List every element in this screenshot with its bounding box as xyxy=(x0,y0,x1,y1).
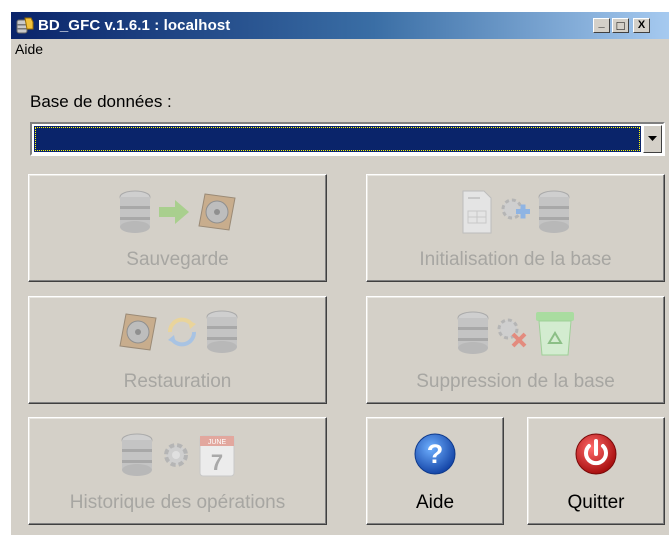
sauvegarde-label: Sauvegarde xyxy=(126,249,229,270)
sauvegarde-button[interactable]: Sauvegarde xyxy=(28,174,327,282)
gear-delete-icon xyxy=(497,318,526,348)
aide-label: Aide xyxy=(415,492,455,513)
initialisation-button[interactable]: Initialisation de la base xyxy=(366,174,665,282)
database-icon xyxy=(457,311,488,354)
menu-item-aide[interactable]: Aide xyxy=(15,41,43,57)
close-icon: X xyxy=(637,19,646,31)
app-icon xyxy=(16,17,34,34)
suppression-icons xyxy=(367,309,664,357)
recycle-bin-icon xyxy=(535,312,574,356)
gear-icon xyxy=(163,443,188,467)
historique-label: Historique des opérations xyxy=(69,492,286,513)
quitter-label: Quitter xyxy=(567,492,625,513)
help-icon: ? xyxy=(414,433,456,475)
calendar-month: JUNE xyxy=(207,439,226,446)
suppression-label: Suppression de la base xyxy=(416,371,615,392)
title-bar[interactable]: BD_GFC v.1.6.1 : localhost _ □ X xyxy=(11,12,669,39)
suppression-button[interactable]: Suppression de la base xyxy=(366,296,665,404)
window-title: BD_GFC v.1.6.1 : localhost xyxy=(38,17,231,34)
database-select-value[interactable] xyxy=(34,126,641,152)
database-icon xyxy=(206,310,237,353)
calendar-day: 7 xyxy=(210,450,222,475)
restauration-button[interactable]: Restauration xyxy=(28,296,327,404)
initialisation-label: Initialisation de la base xyxy=(419,249,612,270)
historique-icons: JUNE 7 xyxy=(29,432,326,478)
gear-plus-icon xyxy=(501,198,530,220)
maximize-icon: □ xyxy=(616,18,625,33)
document-icon xyxy=(462,190,491,234)
dropdown-button[interactable] xyxy=(643,125,662,153)
main-window: BD_GFC v.1.6.1 : localhost _ □ X Aide Ba… xyxy=(10,12,669,535)
maximize-button[interactable]: □ xyxy=(612,18,629,33)
database-icon xyxy=(121,433,152,476)
database-select[interactable] xyxy=(30,122,665,156)
svg-text:?: ? xyxy=(427,439,444,469)
chevron-down-icon xyxy=(648,136,657,141)
database-icon xyxy=(538,190,569,233)
hard-drive-icon xyxy=(118,313,157,351)
quitter-icons xyxy=(528,432,664,476)
database-label: Base de données : xyxy=(30,92,172,111)
hard-drive-icon xyxy=(197,193,236,231)
refresh-icon xyxy=(167,317,196,347)
close-button[interactable]: X xyxy=(633,18,650,33)
calendar-icon: JUNE 7 xyxy=(199,435,234,477)
minimize-button[interactable]: _ xyxy=(593,17,610,33)
database-icon xyxy=(119,190,150,233)
menu-bar: Aide xyxy=(11,39,669,61)
quitter-button[interactable]: Quitter xyxy=(527,417,665,525)
historique-button[interactable]: JUNE 7 Historique des opérations xyxy=(28,417,327,525)
sauvegarde-icons xyxy=(29,189,326,235)
aide-icons: ? xyxy=(367,432,503,476)
initialisation-icons xyxy=(367,189,664,235)
arrow-right-icon xyxy=(158,200,189,224)
restauration-label: Restauration xyxy=(123,371,232,392)
restauration-icons xyxy=(29,309,326,355)
power-icon xyxy=(575,433,617,475)
aide-button[interactable]: ? Aide xyxy=(366,417,504,525)
minimize-icon: _ xyxy=(598,17,605,29)
